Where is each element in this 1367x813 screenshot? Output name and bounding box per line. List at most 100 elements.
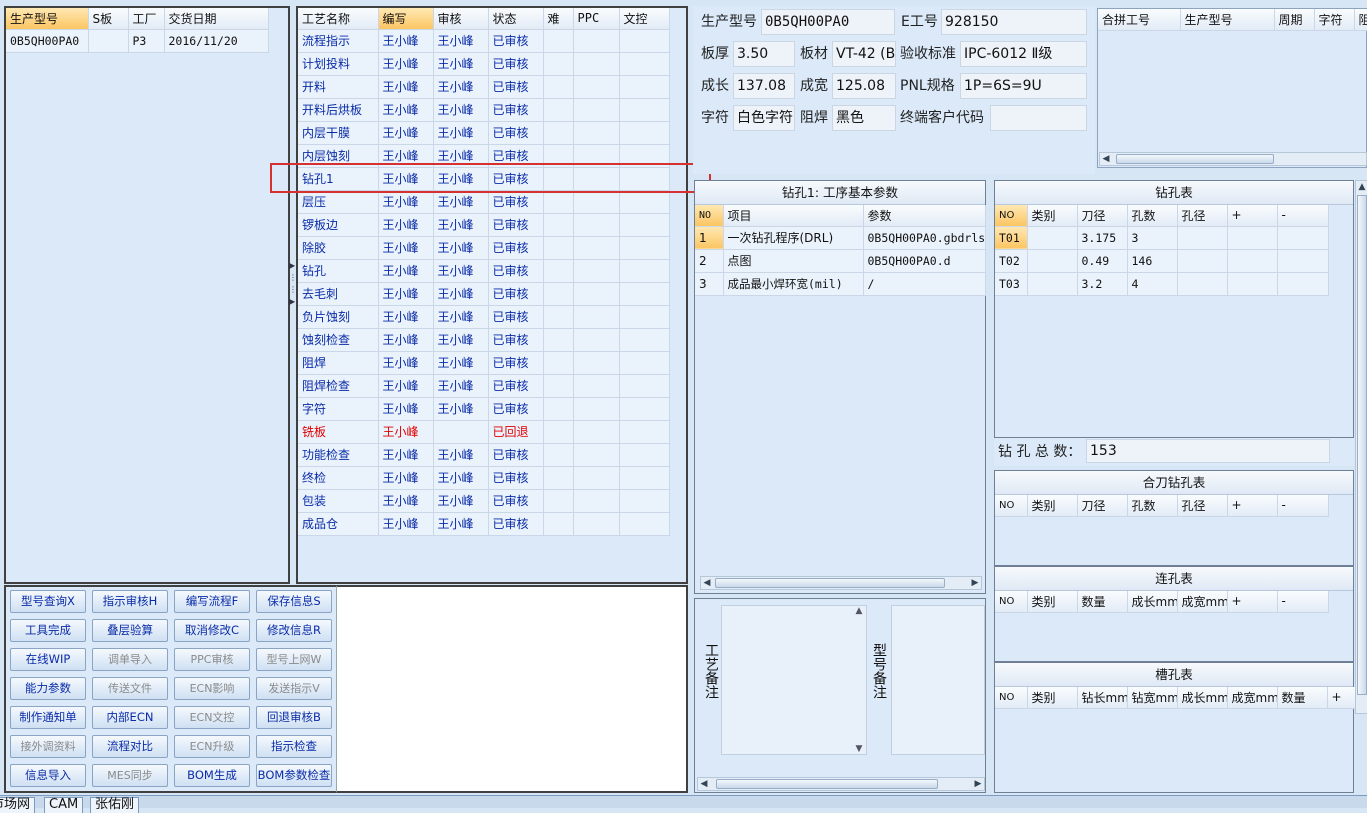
table-row[interactable]: T01 3.175 3 — [995, 226, 1329, 250]
status-cell[interactable]: 已审核 — [488, 443, 544, 467]
table-row[interactable]: 开料后烘板 王小峰 王小峰 已审核 — [298, 98, 670, 122]
scroll-left-icon[interactable]: ◀ — [1100, 153, 1112, 165]
status-cell[interactable]: 已审核 — [488, 29, 544, 53]
internal-ecn-button[interactable]: 内部ECN — [92, 706, 168, 729]
process-name-cell[interactable]: 钻孔 — [298, 259, 379, 283]
ppc-cell[interactable] — [573, 351, 620, 375]
doc-control-cell[interactable] — [619, 305, 670, 329]
check-instruction-button[interactable]: 指示检查 — [256, 735, 332, 758]
process-name-cell[interactable]: 字符 — [298, 397, 379, 421]
doc-control-cell[interactable] — [619, 351, 670, 375]
reviewer-cell[interactable]: 王小峰 — [433, 466, 489, 490]
process-header-difficulty[interactable]: 难 — [543, 8, 574, 30]
table-row[interactable]: T03 3.2 4 — [995, 272, 1329, 296]
edit-flow-button[interactable]: 编写流程F — [174, 590, 250, 613]
ppc-cell[interactable] — [573, 397, 620, 421]
process-name-cell[interactable]: 阻焊检查 — [298, 374, 379, 398]
params-item[interactable]: 点图 — [723, 249, 864, 273]
ppc-review-button[interactable]: PPC审核 — [174, 648, 250, 671]
status-cell[interactable]: 已审核 — [488, 98, 544, 122]
difficulty-cell[interactable] — [543, 259, 574, 283]
drill-cell[interactable]: 0.49 — [1077, 249, 1128, 273]
reviewer-cell[interactable]: 王小峰 — [433, 29, 489, 53]
drill-cell[interactable] — [1177, 249, 1228, 273]
process-name-cell[interactable]: 层压 — [298, 190, 379, 214]
drill-cell[interactable]: 3.2 — [1077, 272, 1128, 296]
difficulty-cell[interactable] — [543, 190, 574, 214]
process-name-cell[interactable]: 内层干膜 — [298, 121, 379, 145]
ppc-cell[interactable] — [573, 512, 620, 536]
stackup-check-button[interactable]: 叠层验算 — [92, 619, 168, 642]
splitter-handle[interactable]: ▶ ⋮ ⋮ ▶ — [289, 260, 297, 330]
drill-cell[interactable]: T01 — [995, 226, 1028, 250]
drill-cell[interactable] — [1227, 249, 1278, 273]
reviewer-cell[interactable]: 王小峰 — [433, 236, 489, 260]
process-name-cell[interactable]: 除胶 — [298, 236, 379, 260]
table-row[interactable]: 锣板边 王小峰 王小峰 已审核 — [298, 213, 670, 237]
model-cell[interactable]: 0B5QH00PA0 — [6, 28, 89, 53]
reviewer-cell[interactable]: 王小峰 — [433, 305, 489, 329]
difficulty-cell[interactable] — [543, 397, 574, 421]
status-cell[interactable]: 已审核 — [488, 121, 544, 145]
author-cell[interactable]: 王小峰 — [378, 213, 434, 237]
drill-cell[interactable] — [1027, 249, 1078, 273]
author-cell[interactable]: 王小峰 — [378, 236, 434, 260]
reviewer-cell[interactable]: 王小峰 — [433, 443, 489, 467]
table-row[interactable]: 包装 王小峰 王小峰 已审核 — [298, 489, 670, 513]
ppc-cell[interactable] — [573, 420, 620, 444]
width-field[interactable]: 125.08 — [832, 73, 896, 99]
factory-cell[interactable]: P3 — [128, 28, 165, 53]
ppc-cell[interactable] — [573, 29, 620, 53]
cancel-edit-button[interactable]: 取消修改C — [174, 619, 250, 642]
author-cell[interactable]: 王小峰 — [378, 420, 434, 444]
table-row[interactable]: 除胶 王小峰 王小峰 已审核 — [298, 236, 670, 260]
doc-control-cell[interactable] — [619, 190, 670, 214]
params-item[interactable]: 一次钻孔程序(DRL) — [723, 226, 864, 250]
author-cell[interactable]: 王小峰 — [378, 512, 434, 536]
ppc-cell[interactable] — [573, 75, 620, 99]
ppc-cell[interactable] — [573, 282, 620, 306]
difficulty-cell[interactable] — [543, 282, 574, 306]
difficulty-cell[interactable] — [543, 443, 574, 467]
params-hscroll[interactable]: ◀ ▶ — [700, 576, 982, 590]
scroll-thumb[interactable] — [715, 578, 945, 588]
author-cell[interactable]: 王小峰 — [378, 282, 434, 306]
thickness-field[interactable]: 3.50 — [733, 41, 795, 67]
mes-sync-button[interactable]: MES同步 — [92, 764, 168, 787]
process-header-name[interactable]: 工艺名称 — [298, 8, 379, 30]
scroll-up-icon[interactable]: ▲ — [1356, 181, 1367, 193]
material-field[interactable]: VT-42 (B — [832, 41, 896, 67]
customer-field[interactable] — [990, 105, 1087, 131]
merge-header-cycle[interactable]: 周期 — [1274, 9, 1315, 31]
doc-control-cell[interactable] — [619, 282, 670, 306]
process-header-doc-control[interactable]: 文控 — [619, 8, 670, 30]
import-order-button[interactable]: 调单导入 — [92, 648, 168, 671]
difficulty-cell[interactable] — [543, 75, 574, 99]
reviewer-cell[interactable] — [433, 420, 489, 444]
online-wip-button[interactable]: 在线WIP — [10, 648, 86, 671]
merge-header-char[interactable]: 字符 — [1314, 9, 1355, 31]
author-cell[interactable]: 王小峰 — [378, 190, 434, 214]
doc-control-cell[interactable] — [619, 213, 670, 237]
model-query-button[interactable]: 型号查询X — [10, 590, 86, 613]
reviewer-cell[interactable]: 王小峰 — [433, 98, 489, 122]
doc-control-cell[interactable] — [619, 374, 670, 398]
bom-generate-button[interactable]: BOM生成 — [174, 764, 250, 787]
process-name-cell[interactable]: 成品仓 — [298, 512, 379, 536]
review-instruction-button[interactable]: 指示审核H — [92, 590, 168, 613]
status-cell[interactable]: 已审核 — [488, 512, 544, 536]
status-cell[interactable]: 已审核 — [488, 466, 544, 490]
import-info-button[interactable]: 信息导入 — [10, 764, 86, 787]
author-cell[interactable]: 王小峰 — [378, 29, 434, 53]
doc-control-cell[interactable] — [619, 259, 670, 283]
process-name-cell[interactable]: 功能检查 — [298, 443, 379, 467]
table-row[interactable]: 字符 王小峰 王小峰 已审核 — [298, 397, 670, 421]
drill-cell[interactable] — [1277, 226, 1329, 250]
author-cell[interactable]: 王小峰 — [378, 305, 434, 329]
process-name-cell[interactable]: 包装 — [298, 489, 379, 513]
table-row[interactable]: 开料 王小峰 王小峰 已审核 — [298, 75, 670, 99]
ppc-cell[interactable] — [573, 190, 620, 214]
status-cell[interactable]: 已审核 — [488, 397, 544, 421]
eng-field[interactable]: 928150 — [941, 9, 1087, 35]
remarks-hscroll[interactable]: ◀ ▶ — [697, 777, 985, 791]
